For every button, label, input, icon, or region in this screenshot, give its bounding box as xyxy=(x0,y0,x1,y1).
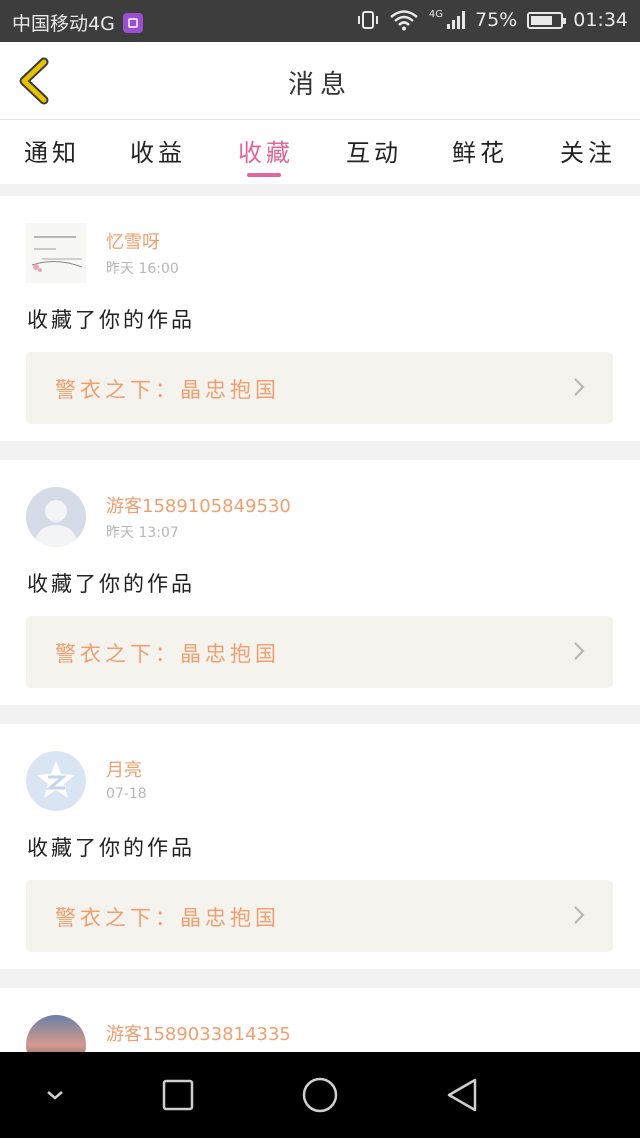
chevron-right-icon xyxy=(574,906,585,924)
clock: 01:34 xyxy=(573,9,628,31)
circle-icon xyxy=(302,1077,338,1113)
username[interactable]: 游客15891058495​30 xyxy=(106,492,291,518)
message-card: 忆雪呀 昨天 16:00 收藏了你的作品 警衣之下：晶忠抱国 xyxy=(0,196,640,441)
work-title: 警衣之下：晶忠抱国 xyxy=(55,906,280,930)
chevron-right-icon xyxy=(574,378,585,396)
tab-label: 收藏 xyxy=(238,139,294,167)
tab-label: 关注 xyxy=(560,139,616,167)
avatar[interactable] xyxy=(26,223,86,283)
app-header: 消息 xyxy=(0,42,640,120)
chevron-down-icon xyxy=(47,1091,63,1100)
work-title: 警衣之下：晶忠抱国 xyxy=(55,642,280,666)
tab-label: 通知 xyxy=(24,139,80,167)
back-nav-button[interactable] xyxy=(441,1074,483,1116)
tab-flowers[interactable]: 鲜花 xyxy=(440,133,520,168)
work-link[interactable]: 警衣之下：晶忠抱国 xyxy=(26,880,613,952)
home-button[interactable] xyxy=(299,1074,341,1116)
avatar[interactable] xyxy=(26,751,86,811)
gallery-notification-icon xyxy=(122,12,143,33)
vibrate-icon xyxy=(357,11,378,29)
message-card: 游客15891058495​30 昨天 13:07 收藏了你的作品 警衣之下：晶… xyxy=(0,460,640,705)
work-title: 警衣之下：晶忠抱国 xyxy=(55,378,280,402)
timestamp: 昨天 16:00 xyxy=(106,261,179,277)
avatar-image xyxy=(26,1015,86,1052)
tab-bar: 通知 收益 收藏 互动 鲜花 关注 xyxy=(0,120,640,184)
action-text: 收藏了你的作品 xyxy=(27,836,195,860)
tab-earnings[interactable]: 收益 xyxy=(118,133,198,168)
tab-label: 互动 xyxy=(346,139,402,167)
active-tab-indicator xyxy=(247,173,281,177)
recents-button[interactable] xyxy=(157,1074,199,1116)
signal-icon xyxy=(447,11,465,29)
battery-icon xyxy=(527,11,567,29)
username[interactable]: 忆雪呀 xyxy=(106,228,160,254)
action-text: 收藏了你的作品 xyxy=(27,308,195,332)
system-nav-bar xyxy=(0,1052,640,1138)
hide-nav-button[interactable] xyxy=(34,1074,76,1116)
message-card: 游客15890338143​35 xyxy=(0,988,640,1052)
qzone-avatar-icon xyxy=(26,751,86,811)
chevron-right-icon xyxy=(574,642,585,660)
carrier-label: 中国移动4G xyxy=(12,13,115,35)
tab-favorites[interactable]: 收藏 xyxy=(226,133,306,177)
avatar[interactable] xyxy=(26,487,86,547)
status-bar: 中国移动4G 4G 75% 01:34 xyxy=(0,0,640,42)
default-avatar-icon xyxy=(26,487,86,547)
username[interactable]: 游客15890338143​35 xyxy=(106,1020,291,1046)
network-type-label: 4G xyxy=(428,9,443,20)
battery-percent: 75% xyxy=(475,9,518,31)
action-text: 收藏了你的作品 xyxy=(27,572,195,596)
message-card: 月亮 07-18 收藏了你的作品 警衣之下：晶忠抱国 xyxy=(0,724,640,969)
wifi-icon xyxy=(390,10,418,31)
tab-following[interactable]: 关注 xyxy=(548,133,628,168)
page-title: 消息 xyxy=(287,70,352,100)
work-link[interactable]: 警衣之下：晶忠抱国 xyxy=(26,352,613,424)
square-icon xyxy=(162,1079,194,1111)
username[interactable]: 月亮 xyxy=(106,756,142,782)
tab-label: 鲜花 xyxy=(452,139,508,167)
tab-label: 收益 xyxy=(130,139,186,167)
timestamp: 07-18 xyxy=(106,786,147,802)
tab-notifications[interactable]: 通知 xyxy=(12,133,92,168)
timestamp: 昨天 13:07 xyxy=(106,525,179,541)
tab-interactions[interactable]: 互动 xyxy=(334,133,414,168)
triangle-back-icon xyxy=(447,1078,477,1112)
avatar[interactable] xyxy=(26,1015,86,1052)
work-link[interactable]: 警衣之下：晶忠抱国 xyxy=(26,616,613,688)
avatar-image xyxy=(26,223,86,283)
